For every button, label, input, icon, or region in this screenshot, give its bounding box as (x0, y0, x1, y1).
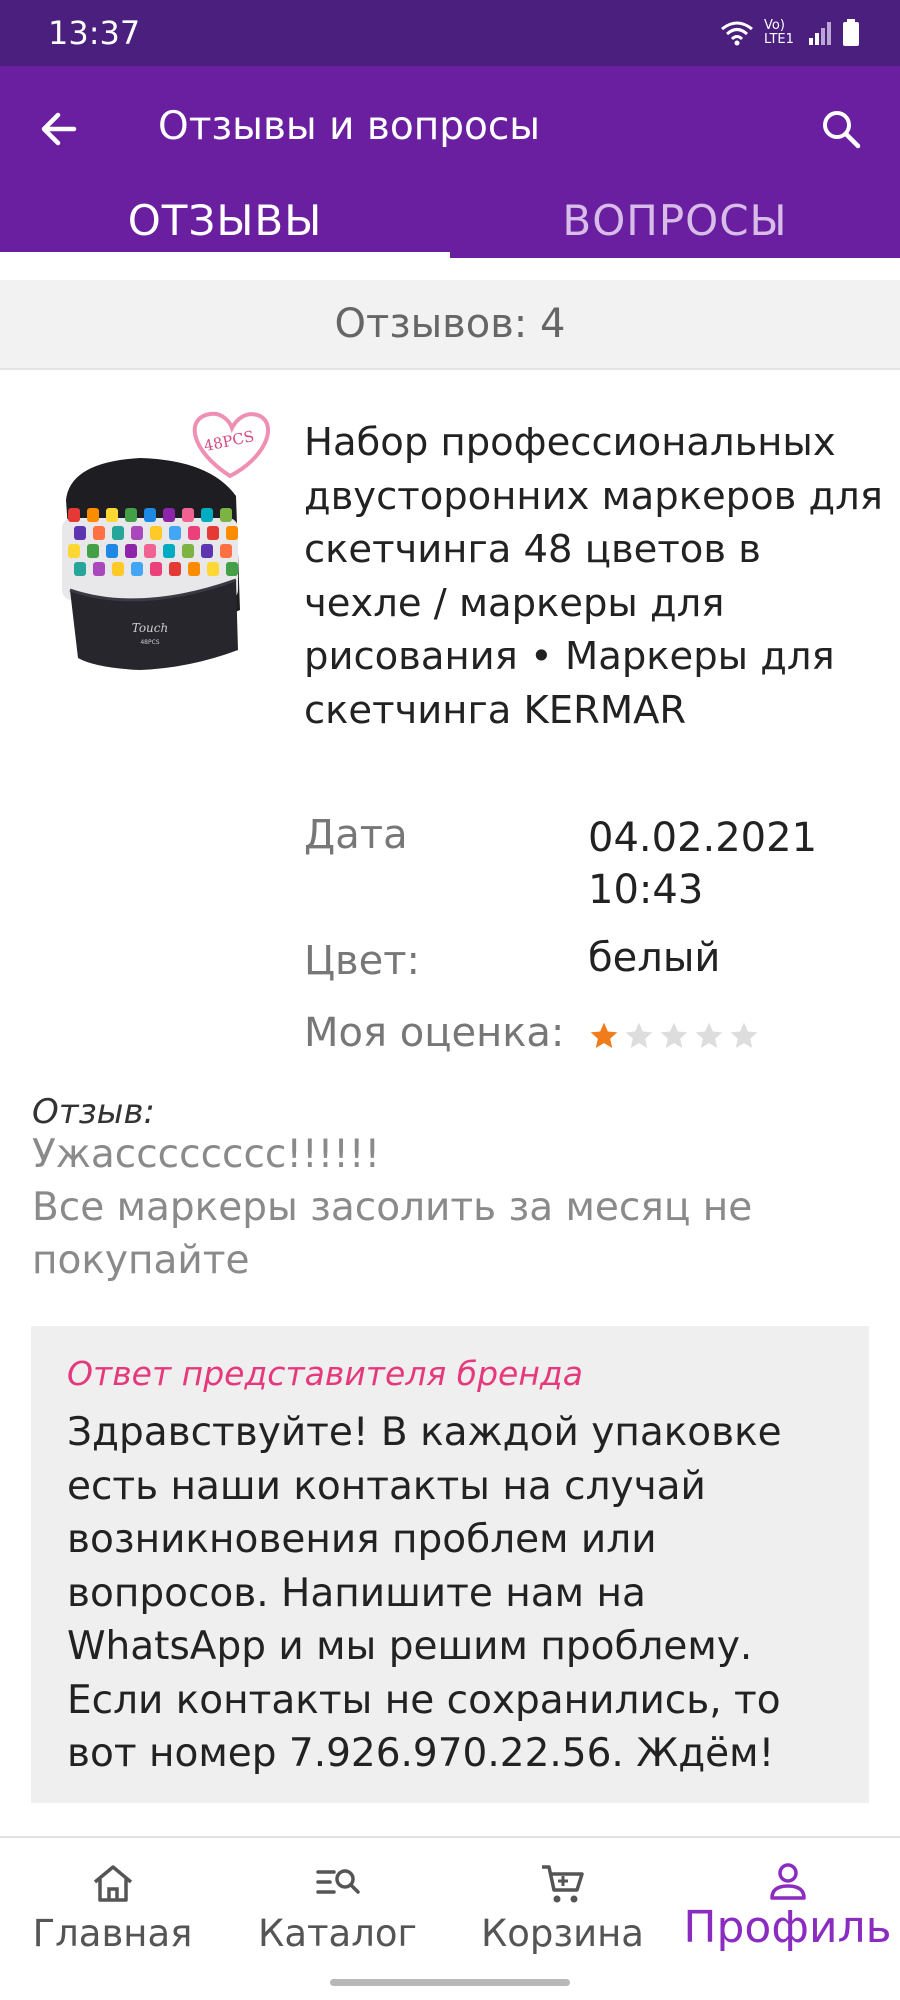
nav-cart[interactable]: Корзина (450, 1862, 675, 1972)
status-icons: Vo) LTE1 (720, 19, 860, 47)
home-indicator[interactable] (330, 1979, 570, 1986)
brand-answer-box: Ответ представителя бренда Здравствуйте!… (31, 1326, 869, 1803)
home-icon (93, 1865, 132, 1902)
bottom-nav: Главная Каталог Корзина Профиль (0, 1838, 900, 2000)
star-empty-icon (660, 1022, 688, 1048)
back-button[interactable] (34, 104, 90, 154)
brand-answer-text: Здравствуйте! В каждой упаковке есть наш… (67, 1410, 782, 1776)
color-label: Цвет: (304, 938, 421, 984)
search-icon (823, 111, 861, 149)
tab-bar: ОТЗЫВЫ ВОПРОСЫ (0, 190, 900, 258)
markers-group (62, 508, 238, 600)
nav-profile[interactable]: Профиль (675, 1862, 900, 1972)
nav-catalog[interactable]: Каталог (225, 1862, 450, 1972)
battery-icon (843, 19, 859, 46)
review-label: Отзыв: (32, 1092, 155, 1124)
wifi-icon (721, 21, 753, 46)
rating-stars (588, 1020, 760, 1052)
product-title[interactable]: Набор профессиональных двусторонних марк… (304, 416, 884, 737)
search-button[interactable] (814, 102, 870, 158)
rating-label: Моя оценка: (304, 1010, 565, 1056)
svg-text:48PCS: 48PCS (140, 639, 159, 646)
catalog-search-icon (315, 1869, 360, 1894)
status-bar: 13:37 Vo) LTE1 (0, 0, 900, 66)
review-text-line2: Все маркеры засолить за месяц не покупай… (32, 1185, 753, 1283)
arrow-left-icon (41, 112, 77, 146)
page-title: Отзывы и вопросы (158, 104, 541, 149)
network-label: Vo) LTE1 (764, 18, 794, 47)
date-value-date: 04.02.2021 (588, 815, 818, 861)
star-filled-icon (590, 1022, 618, 1048)
svg-text:Touch: Touch (132, 621, 168, 635)
star-empty-icon (625, 1022, 653, 1048)
nav-profile-label: Профиль (683, 1902, 892, 1953)
date-label: Дата (304, 812, 408, 858)
review-count: Отзывов: 4 (0, 280, 900, 370)
date-value: 04.02.2021 10:43 (588, 812, 817, 916)
star-empty-icon (730, 1022, 758, 1048)
tab-reviews[interactable]: ОТЗЫВЫ (0, 190, 450, 258)
nav-home-label: Главная (32, 1912, 193, 1955)
star-empty-icon (695, 1022, 723, 1048)
app-bar: Отзывы и вопросы ОТЗЫВЫ ВОПРОСЫ (0, 66, 900, 258)
signal-icon (809, 22, 831, 45)
nav-catalog-label: Каталог (258, 1912, 417, 1955)
product-image[interactable]: 48PCS Touch 48PCS (40, 400, 280, 690)
nav-cart-label: Корзина (481, 1912, 644, 1955)
nav-home[interactable]: Главная (0, 1862, 225, 1972)
brand-answer-label: Ответ представителя бренда (67, 1354, 583, 1393)
date-value-time: 10:43 (588, 867, 704, 913)
profile-icon (769, 1863, 806, 1900)
tab-questions[interactable]: ВОПРОСЫ (450, 190, 900, 258)
review-text-line1: Ужасссссссс!!!!!! (32, 1132, 381, 1177)
review-text: Ужасссссссс!!!!!! Все маркеры засолить з… (32, 1128, 872, 1287)
color-value: белый (588, 935, 721, 981)
cart-icon (541, 1865, 584, 1903)
status-time: 13:37 (48, 14, 141, 52)
